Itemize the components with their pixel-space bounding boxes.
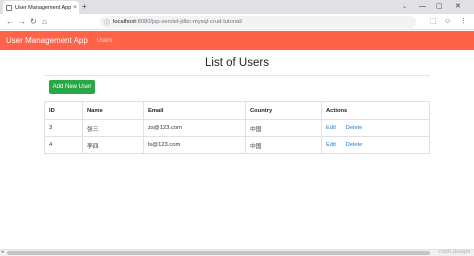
profile-icon[interactable]: ☺ — [444, 16, 451, 28]
cell-country: 中国 — [245, 119, 322, 137]
tab-title: User Management Applicati — [15, 4, 71, 11]
delete-link[interactable]: Delete — [346, 125, 363, 131]
cell-email: zs@123.com — [143, 119, 246, 137]
delete-link[interactable]: Delete — [346, 142, 363, 148]
add-new-user-button[interactable]: Add New User — [49, 80, 95, 94]
home-icon[interactable]: ⌂ — [42, 16, 47, 28]
cell-email: ls@123.com — [143, 136, 246, 154]
cell-actions: Edit Delete — [321, 136, 430, 154]
window-minimize-button[interactable]: — — [419, 2, 426, 12]
tab-list-chevron-icon[interactable]: ⌄ — [402, 3, 407, 10]
edit-link[interactable]: Edit — [326, 125, 336, 131]
table-row: 4 李四 ls@123.com 中国 Edit Delete — [44, 136, 430, 154]
column-header-actions: Actions — [321, 101, 430, 120]
watermark-text: CSDN @xdsj19 — [438, 249, 470, 254]
cell-name: 李四 — [82, 136, 144, 154]
users-table: ID Name Email Country Actions 3 张三 zs@12… — [44, 101, 430, 154]
column-header-email: Email — [143, 101, 246, 120]
window-maximize-button[interactable]: ▢ — [436, 2, 443, 12]
column-header-country: Country — [245, 101, 322, 120]
new-tab-button[interactable]: + — [82, 2, 87, 12]
url-host: localhost — [113, 19, 136, 25]
table-header-row: ID Name Email Country Actions — [44, 101, 430, 120]
page-favicon-icon — [6, 4, 12, 11]
app-navbar: User Management App Users — [0, 31, 474, 50]
browser-toolbar: ← → ↻ ⌂ ⓘ localhost :8080/jsp-servlet-jd… — [0, 14, 474, 30]
tab-close-icon[interactable]: × — [71, 5, 79, 11]
horizontal-scrollbar[interactable]: ◂ CSDN @xdsj19 — [0, 249, 474, 256]
page-title: List of Users — [205, 57, 269, 69]
scrollbar-thumb[interactable] — [7, 251, 430, 255]
browser-tab-bar: User Management Applicati × + ⌄ — ▢ ✕ — [0, 0, 474, 14]
browser-menu-icon[interactable]: ⋮ — [460, 16, 467, 28]
cell-id: 3 — [44, 119, 83, 137]
divider — [44, 75, 430, 76]
cell-name: 张三 — [82, 119, 144, 137]
column-header-id: ID — [44, 101, 83, 120]
extensions-icon[interactable]: ⬚ — [430, 16, 437, 28]
scroll-left-arrow-icon[interactable]: ◂ — [1, 249, 4, 255]
column-header-name: Name — [82, 101, 144, 120]
site-info-icon[interactable]: ⓘ — [104, 18, 110, 27]
address-bar[interactable]: ⓘ localhost :8080/jsp-servlet-jdbc-mysql… — [100, 16, 416, 28]
browser-tab[interactable]: User Management Applicati × — [3, 1, 79, 14]
cell-actions: Edit Delete — [321, 119, 430, 137]
window-close-button[interactable]: ✕ — [455, 2, 461, 12]
reload-icon[interactable]: ↻ — [30, 16, 37, 28]
back-arrow-icon[interactable]: ← — [6, 16, 14, 28]
edit-link[interactable]: Edit — [326, 142, 336, 148]
cell-id: 4 — [44, 136, 83, 154]
nav-link-users[interactable]: Users — [97, 38, 113, 44]
app-brand-link[interactable]: User Management App — [6, 36, 88, 45]
table-row: 3 张三 zs@123.com 中国 Edit Delete — [44, 119, 430, 137]
url-path: :8080/jsp-servlet-jdbc-mysql-crud-tutori… — [135, 19, 243, 25]
forward-arrow-icon[interactable]: → — [18, 16, 26, 28]
cell-country: 中国 — [245, 136, 322, 154]
